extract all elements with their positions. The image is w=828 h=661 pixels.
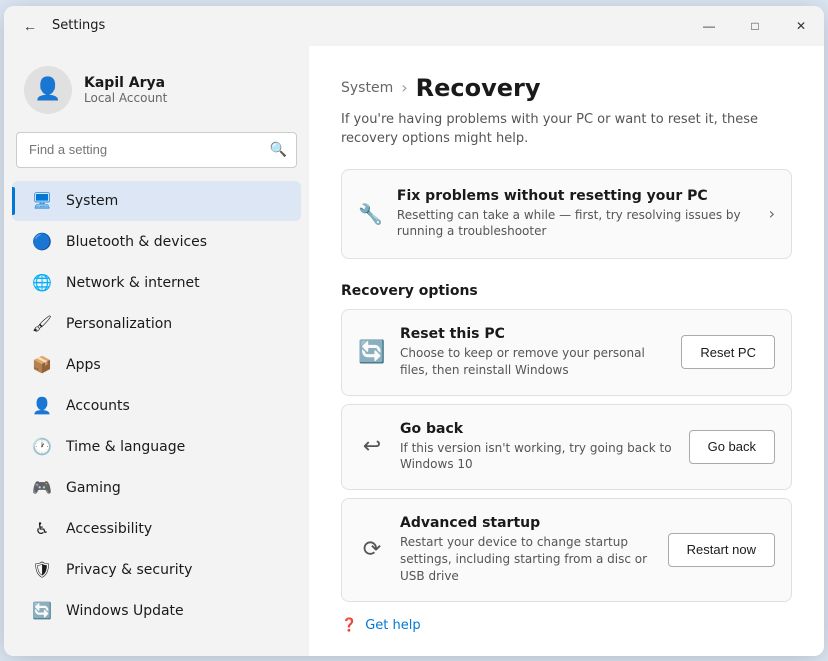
advanced-startup-description: Restart your device to change startup se… [400,534,654,584]
go-back-card: ↩ Go back If this version isn't working,… [341,404,792,491]
search-box: 🔍 [16,132,297,168]
window-title: Settings [52,18,105,33]
user-info: Kapil Arya Local Account [84,75,167,105]
get-help-link[interactable]: ❓ Get help [341,618,792,633]
reset-pc-button[interactable]: Reset PC [681,335,775,369]
settings-window: ← Settings — □ ✕ 👤 Kapil Arya Local Acco… [4,6,824,656]
page-description: If you're having problems with your PC o… [341,110,781,149]
fix-problems-card[interactable]: 🔧 Fix problems without resetting your PC… [341,169,792,260]
sidebar-item-accounts[interactable]: 👤 Accounts [12,386,301,426]
advanced-startup-title: Advanced startup [400,515,654,531]
fix-card-text: Fix problems without resetting your PC R… [397,188,755,241]
personalization-icon: 🖌 [32,314,52,334]
go-back-description: If this version isn't working, try going… [400,440,675,474]
search-icon: 🔍 [270,142,287,158]
sidebar-item-accessibility[interactable]: ♿ Accessibility [12,509,301,549]
user-account-type: Local Account [84,91,167,105]
close-button[interactable]: ✕ [778,6,824,46]
main-content: 👤 Kapil Arya Local Account 🔍 🖥 System [4,46,824,656]
sidebar: 👤 Kapil Arya Local Account 🔍 🖥 System [4,46,309,656]
sidebar-label-bluetooth: Bluetooth & devices [66,234,207,250]
apps-icon: 📦 [32,355,52,375]
sidebar-item-apps[interactable]: 📦 Apps [12,345,301,385]
accessibility-icon: ♿ [32,519,52,539]
sidebar-item-gaming[interactable]: 🎮 Gaming [12,468,301,508]
gaming-icon: 🎮 [32,478,52,498]
sidebar-item-time[interactable]: 🕐 Time & language [12,427,301,467]
go-back-button[interactable]: Go back [689,430,775,464]
sidebar-label-personalization: Personalization [66,316,172,332]
get-help-icon: ❓ [341,618,357,633]
restart-now-button[interactable]: Restart now [668,533,775,567]
accounts-icon: 👤 [32,396,52,416]
sidebar-item-personalization[interactable]: 🖌 Personalization [12,304,301,344]
user-name: Kapil Arya [84,75,167,91]
sidebar-label-privacy: Privacy & security [66,562,192,578]
user-section: 👤 Kapil Arya Local Account [4,56,309,132]
sidebar-label-accessibility: Accessibility [66,521,152,537]
avatar: 👤 [24,66,72,114]
advanced-startup-text: Advanced startup Restart your device to … [400,515,654,584]
sidebar-item-privacy[interactable]: 🛡 Privacy & security [12,550,301,590]
titlebar: ← Settings — □ ✕ [4,6,824,46]
advanced-startup-card: ⟳ Advanced startup Restart your device t… [341,498,792,601]
sidebar-item-bluetooth[interactable]: 🔵 Bluetooth & devices [12,222,301,262]
sidebar-label-network: Network & internet [66,275,200,291]
go-back-text: Go back If this version isn't working, t… [400,421,675,474]
avatar-icon: 👤 [34,77,61,102]
reset-pc-title: Reset this PC [400,326,667,342]
sidebar-label-gaming: Gaming [66,480,121,496]
sidebar-item-windows-update[interactable]: 🔄 Windows Update [12,591,301,631]
sidebar-item-system[interactable]: 🖥 System [12,181,301,221]
chevron-right-icon: › [769,204,775,223]
go-back-icon: ↩ [358,434,386,459]
breadcrumb-separator: › [401,78,407,97]
bluetooth-icon: 🔵 [32,232,52,252]
back-button[interactable]: ← [16,12,44,40]
go-back-title: Go back [400,421,675,437]
reset-pc-card: 🔄 Reset this PC Choose to keep or remove… [341,309,792,396]
fix-card-description: Resetting can take a while — first, try … [397,207,755,241]
fix-card-title: Fix problems without resetting your PC [397,188,755,204]
get-help-label: Get help [365,618,420,633]
privacy-icon: 🛡 [32,560,52,580]
sidebar-label-accounts: Accounts [66,398,130,414]
main-panel: System › Recovery If you're having probl… [309,46,824,656]
reset-pc-icon: 🔄 [358,340,386,365]
reset-pc-text: Reset this PC Choose to keep or remove y… [400,326,667,379]
reset-pc-description: Choose to keep or remove your personal f… [400,345,667,379]
minimize-button[interactable]: — [686,6,732,46]
sidebar-label-system: System [66,193,118,209]
sidebar-label-apps: Apps [66,357,101,373]
sidebar-label-windows-update: Windows Update [66,603,184,619]
recovery-options-label: Recovery options [341,283,792,299]
breadcrumb-system: System [341,80,393,96]
system-icon: 🖥 [32,191,52,211]
time-icon: 🕐 [32,437,52,457]
search-input[interactable] [16,132,297,168]
fix-wrench-icon: 🔧 [358,202,383,226]
windows-update-icon: 🔄 [32,601,52,621]
maximize-button[interactable]: □ [732,6,778,46]
window-controls: — □ ✕ [686,6,824,46]
sidebar-nav: 🖥 System 🔵 Bluetooth & devices 🌐 Network… [4,180,309,632]
breadcrumb: System › Recovery [341,74,792,102]
sidebar-item-network[interactable]: 🌐 Network & internet [12,263,301,303]
sidebar-label-time: Time & language [66,439,185,455]
network-icon: 🌐 [32,273,52,293]
advanced-startup-icon: ⟳ [358,537,386,562]
breadcrumb-current: Recovery [416,74,541,102]
